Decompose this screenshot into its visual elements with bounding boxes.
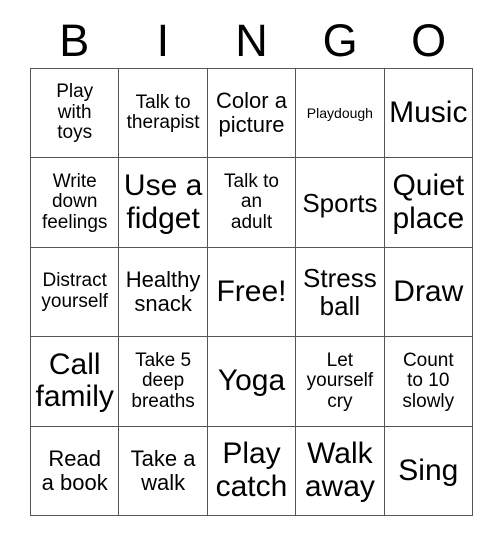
- bingo-cell-label: Take 5 deep breaths: [131, 349, 195, 412]
- bingo-cell-label: Write down feelings: [41, 170, 108, 233]
- bingo-cell-label: Draw: [393, 274, 464, 308]
- bingo-cell-label: Sing: [398, 453, 459, 487]
- bingo-cell-r5-c4[interactable]: Walk away: [296, 426, 385, 516]
- bingo-cell-r1-c4[interactable]: Playdough: [296, 69, 385, 159]
- bingo-cell-label: Playdough: [306, 104, 373, 121]
- bingo-cell-r3-c2[interactable]: Healthy snack: [119, 247, 208, 338]
- bingo-cell-r1-c2[interactable]: Talk to therapist: [119, 69, 208, 159]
- bingo-cell-label: Call family: [35, 348, 114, 414]
- bingo-cell-r1-c1[interactable]: Play with toys: [31, 69, 120, 159]
- bingo-cell-label: Count to 10 slowly: [402, 349, 455, 412]
- bingo-cell-label: Distract yourself: [41, 270, 108, 312]
- bingo-header-letter-i: I: [156, 14, 170, 66]
- bingo-cell-label: Talk to an adult: [224, 170, 279, 233]
- bingo-cell-label: Yoga: [217, 364, 286, 398]
- bingo-cell-label: Read a book: [41, 446, 108, 495]
- bingo-cell-r5-c3[interactable]: Play catch: [207, 426, 297, 516]
- bingo-header-letter-b: B: [59, 14, 90, 66]
- bingo-cell-r3-c1[interactable]: Distract yourself: [31, 247, 120, 338]
- bingo-cell-r2-c3[interactable]: Talk to an adult: [207, 158, 297, 248]
- bingo-header-letter-n: N: [235, 14, 268, 66]
- bingo-cell-label: Quiet place: [392, 169, 465, 235]
- bingo-cell-label: Use a fidget: [123, 169, 203, 235]
- bingo-header-row: BINGO: [30, 12, 473, 68]
- bingo-cell-label: Walk away: [304, 437, 375, 503]
- bingo-cell-r2-c2[interactable]: Use a fidget: [119, 158, 208, 248]
- bingo-cell-label: Take a walk: [130, 446, 196, 495]
- bingo-cell-r2-c5[interactable]: Quiet place: [384, 158, 473, 248]
- bingo-cell-label: Talk to therapist: [126, 91, 200, 134]
- bingo-cell-label: Sports: [302, 187, 378, 218]
- bingo-cell-r2-c1[interactable]: Write down feelings: [31, 158, 120, 248]
- bingo-cell-label: Color a picture: [216, 88, 287, 138]
- bingo-cell-label: Free!: [216, 274, 287, 308]
- bingo-card: B I N G O Play with toys Talk to therapist Col…: [0, 0, 500, 544]
- bingo-cell-r3-c4[interactable]: Stress ball: [296, 247, 385, 338]
- bingo-cell-r5-c5[interactable]: Sing: [384, 426, 473, 516]
- bingo-grid: Play with toys Talk to therapist Color a p…: [30, 68, 473, 516]
- bingo-cell-label: Stress ball: [303, 262, 377, 321]
- bingo-cell-label: Healthy snack: [125, 267, 201, 316]
- bingo-cell-r4-c2[interactable]: Take 5 deep breaths: [119, 337, 208, 427]
- bingo-cell-label: Play catch: [215, 437, 288, 503]
- bingo-cell-label: Play with toys: [56, 81, 94, 144]
- bingo-cell-label: Music: [389, 96, 468, 129]
- bingo-cell-r4-c5[interactable]: Count to 10 slowly: [384, 337, 473, 427]
- bingo-cell-r4-c4[interactable]: Let yourself cry: [296, 337, 385, 427]
- bingo-cell-r2-c4[interactable]: Sports: [296, 158, 385, 248]
- bingo-cell-r1-c5[interactable]: Music: [384, 69, 473, 159]
- bingo-cell-r1-c3[interactable]: Color a picture: [207, 69, 297, 159]
- bingo-cell-r4-c1[interactable]: Call family: [31, 337, 120, 427]
- bingo-header-letter-o: O: [411, 14, 447, 66]
- bingo-cell-label: Let yourself cry: [306, 349, 374, 412]
- bingo-cell-r4-c3[interactable]: Yoga: [207, 337, 297, 427]
- bingo-cell-r3-c3[interactable]: Free!: [207, 247, 297, 338]
- bingo-cell-r5-c1[interactable]: Read a book: [31, 426, 120, 516]
- bingo-cell-r3-c5[interactable]: Draw: [384, 247, 473, 338]
- bingo-cell-r5-c2[interactable]: Take a walk: [119, 426, 208, 516]
- bingo-header-letter-g: G: [322, 14, 358, 66]
